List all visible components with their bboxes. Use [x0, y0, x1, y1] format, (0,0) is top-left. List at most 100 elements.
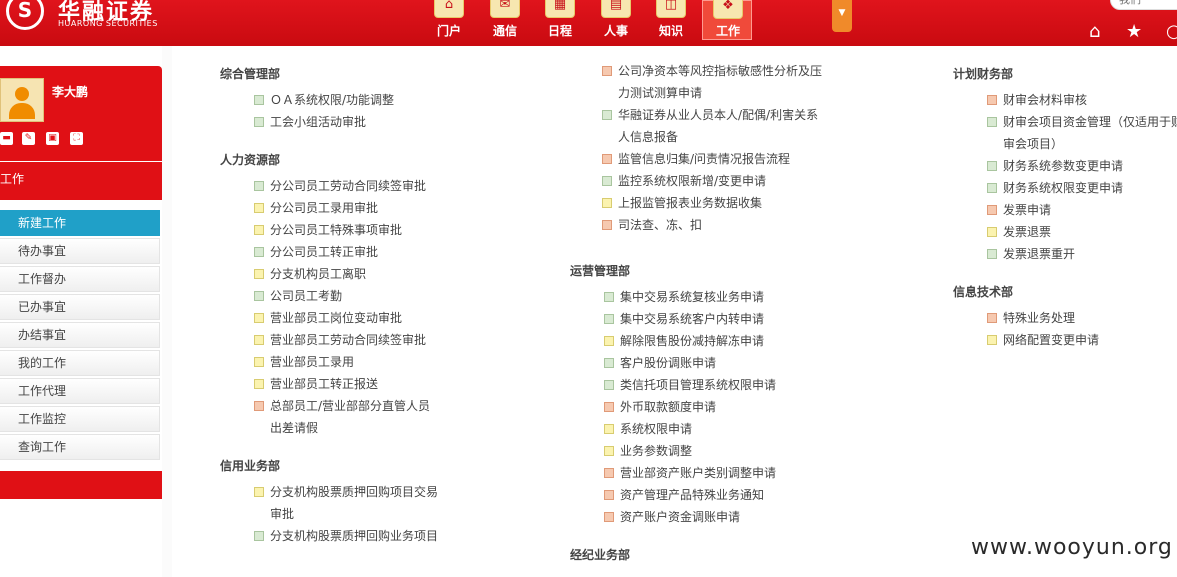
status-square-icon	[604, 446, 614, 456]
calendar-icon: ▦	[545, 0, 575, 18]
status-square-icon	[987, 95, 997, 105]
workflow-link[interactable]: 华融证券从业人员本人/配偶/利害关系人信息报备	[602, 104, 830, 148]
sidebar-item-6[interactable]: 工作代理	[0, 378, 160, 404]
workflow-link[interactable]: 总部员工/营业部部分直管人员出差请假	[254, 395, 440, 439]
workflow-link[interactable]: 客户股份调账申请	[604, 352, 830, 374]
sidebar-item-5[interactable]: 我的工作	[0, 350, 160, 376]
workflow-link[interactable]: 营业部资产账户类别调整申请	[604, 462, 830, 484]
workflow-link[interactable]: 分公司员工特殊事项审批	[254, 219, 440, 241]
workflow-link-label: 发票退票	[1003, 225, 1052, 239]
user-name: 李大鹏	[52, 85, 89, 99]
workflow-link[interactable]: 发票退票	[987, 221, 1177, 243]
workflow-link[interactable]: 分公司员工劳动合同续签审批	[254, 175, 440, 197]
workflow-link[interactable]: ＯＡ系统权限/功能调整	[254, 89, 440, 111]
sidebar-item-7[interactable]: 工作监控	[0, 406, 160, 432]
column-1: 综合管理部 ＯＡ系统权限/功能调整 工会小组活动审批 人力资源部 分公司员工劳动合同续签…	[220, 63, 440, 547]
workflow-link-label: 营业部资产账户类别调整申请	[620, 466, 777, 480]
sidebar-item-4[interactable]: 办结事宜	[0, 322, 160, 348]
workflow-link[interactable]: 特殊业务处理	[987, 307, 1177, 329]
workflow-link[interactable]: 资产账户资金调账申请	[604, 506, 830, 528]
workflow-link[interactable]: 监管信息归集/问责情况报告流程	[602, 148, 830, 170]
workflow-link[interactable]: 解除限售股份减持解冻申请	[604, 330, 830, 352]
workflow-link[interactable]: 集中交易系统客户内转申请	[604, 308, 830, 330]
workflow-link[interactable]: 财务系统参数变更申请	[987, 155, 1177, 177]
status-square-icon	[254, 313, 264, 323]
status-square-icon	[987, 117, 997, 127]
workflow-link[interactable]: 分支机构股票质押回购项目交易审批	[254, 481, 440, 525]
status-square-icon	[987, 335, 997, 345]
workflow-link[interactable]: 业务参数调整	[604, 440, 830, 462]
search-icon[interactable]: ○	[1166, 22, 1177, 42]
sidebar-bottom-bar[interactable]	[0, 471, 162, 499]
status-square-icon	[604, 380, 614, 390]
workflow-link[interactable]: 营业部员工劳动合同续签审批	[254, 329, 440, 351]
nav-tab-5[interactable]: ❖ 工作	[702, 0, 752, 40]
workflow-link[interactable]: 工会小组活动审批	[254, 111, 440, 133]
workflow-link[interactable]: 营业部员工录用	[254, 351, 440, 373]
edit-icon[interactable]: ✎	[22, 132, 35, 145]
status-square-icon	[254, 291, 264, 301]
workflow-link-label: 解除限售股份减持解冻申请	[620, 334, 765, 348]
workflow-link[interactable]: 司法查、冻、扣	[602, 214, 830, 236]
home-icon[interactable]: ⌂	[1089, 22, 1100, 42]
workflow-link[interactable]: 财务系统权限变更申请	[987, 177, 1177, 199]
workflow-link[interactable]: 营业部员工岗位变动审批	[254, 307, 440, 329]
workflow-link[interactable]: 资产管理产品特殊业务通知	[604, 484, 830, 506]
workflow-link[interactable]: 外币取款额度申请	[604, 396, 830, 418]
workflow-link[interactable]: 网络配置变更申请	[987, 329, 1177, 351]
nav-tab-3[interactable]: ▤ 人事	[591, 0, 641, 46]
workflow-link[interactable]: 发票退票重开	[987, 243, 1177, 265]
nav-tab-4[interactable]: ◫ 知识	[646, 0, 696, 46]
workflow-link[interactable]: 分支机构员工离职	[254, 263, 440, 285]
sidebar-menu: 新建工作 待办事宜 工作督办 已办事宜 办结事宜 我的工作 工作代理 工作监控 查询工作	[0, 210, 162, 462]
sidebar-item-0[interactable]: 新建工作	[0, 210, 160, 236]
status-square-icon	[254, 269, 264, 279]
workflow-link[interactable]: 分公司员工录用审批	[254, 197, 440, 219]
huarong-logo-icon: S	[6, 0, 44, 30]
nav-tab-1[interactable]: ✉ 通信	[480, 0, 530, 46]
workflow-link-label: 分公司员工录用审批	[270, 201, 379, 215]
workflow-link[interactable]: 分公司员工转正审批	[254, 241, 440, 263]
department-list: 分公司员工劳动合同续签审批分公司员工录用审批分公司员工特殊事项审批 分公司员工转正…	[220, 175, 440, 439]
nav-more-button[interactable]: ▼	[832, 0, 852, 32]
mail-icon[interactable]: ▬	[0, 132, 13, 145]
workflow-link[interactable]: 上报监管报表业务数据收集	[602, 192, 830, 214]
workflow-link[interactable]: 集中交易系统复核业务申请	[604, 286, 830, 308]
department-heading: 信息技术部	[953, 285, 1014, 299]
workflow-icon: ❖	[713, 0, 743, 19]
sidebar-item-8[interactable]: 查询工作	[0, 434, 160, 460]
status-square-icon	[254, 203, 264, 213]
search-input[interactable]	[1110, 0, 1177, 10]
org-chart-icon[interactable]: ⛶	[70, 132, 83, 145]
sidebar-item-2[interactable]: 工作督办	[0, 266, 160, 292]
workflow-link-label: 客户股份调账申请	[620, 356, 717, 370]
workflow-link[interactable]: 财审会项目资金管理（仅适用于财审会项目）	[987, 111, 1177, 155]
nav-tab-0[interactable]: ⌂ 门户	[424, 0, 474, 46]
nav-tab-2[interactable]: ▦ 日程	[535, 0, 585, 46]
workflow-link[interactable]: 公司净资本等风控指标敏感性分析及压力测试测算申请	[602, 60, 830, 104]
workflow-link-label: 发票申请	[1003, 203, 1052, 217]
nav-tab-label: 日程	[547, 24, 572, 38]
favorite-star-icon[interactable]: ★	[1126, 22, 1142, 42]
workflow-link[interactable]: 发票申请	[987, 199, 1177, 221]
status-square-icon	[604, 490, 614, 500]
sidebar-item-3[interactable]: 已办事宜	[0, 294, 160, 320]
department-list: ＯＡ系统权限/功能调整 工会小组活动审批	[220, 89, 440, 133]
sidebar-item-1[interactable]: 待办事宜	[0, 238, 160, 264]
workflow-link-label: 营业部员工转正报送	[270, 377, 379, 391]
workflow-link[interactable]: 分支机构股票质押回购业务项目	[254, 525, 440, 547]
workflow-link[interactable]: 系统权限申请	[604, 418, 830, 440]
workflow-link[interactable]: 营业部员工转正报送	[254, 373, 440, 395]
avatar[interactable]	[0, 78, 44, 122]
workflow-link[interactable]: 监控系统权限新增/变更申请	[602, 170, 830, 192]
workflow-link[interactable]: 公司员工考勤	[254, 285, 440, 307]
status-square-icon	[254, 225, 264, 235]
lock-icon[interactable]: ▣	[46, 132, 59, 145]
workflow-link[interactable]: 财审会材料审核	[987, 89, 1177, 111]
section-title-bar[interactable]: 工作	[0, 162, 162, 200]
workflow-link[interactable]: 类信托项目管理系统权限申请	[604, 374, 830, 396]
